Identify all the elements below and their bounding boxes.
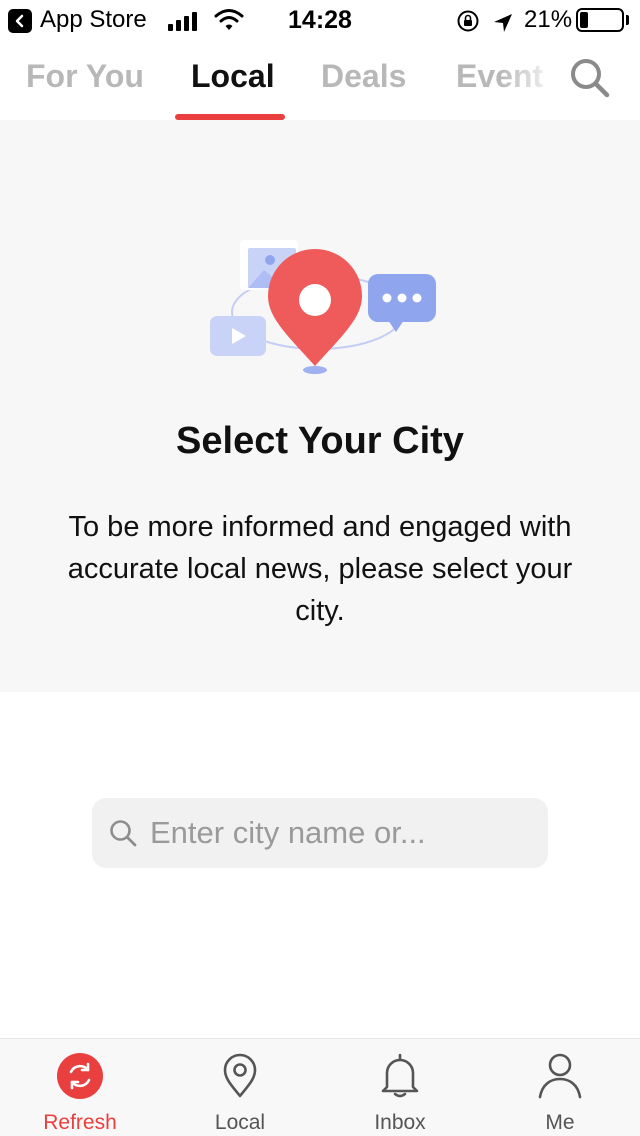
- search-icon[interactable]: [568, 56, 612, 100]
- nav-label-local: Local: [214, 1111, 266, 1134]
- bottom-nav: Refresh Local Inbox Me: [0, 1038, 640, 1136]
- search-icon: [108, 818, 138, 853]
- battery-percent: 21%: [524, 6, 573, 33]
- bell-icon: [376, 1051, 424, 1099]
- battery-cap: [626, 15, 629, 25]
- city-search-box[interactable]: [92, 798, 548, 868]
- nav-item-me[interactable]: Me: [480, 1039, 640, 1136]
- description-text: To be more informed and engaged with acc…: [67, 511, 573, 627]
- battery-level: [580, 12, 588, 28]
- location-arrow-icon: [492, 10, 514, 41]
- nav-label-me: Me: [545, 1111, 575, 1134]
- top-tab-bar: For You Local Deals Event: [0, 40, 640, 120]
- nav-item-refresh[interactable]: Refresh: [0, 1039, 160, 1136]
- location-pin-icon: [216, 1051, 264, 1099]
- screen: App Store 14:28 21% For You Local Deals …: [0, 0, 640, 1136]
- battery-icon: [576, 8, 624, 32]
- status-bar: App Store 14:28 21%: [0, 0, 640, 40]
- tab-overflow-fade: [500, 40, 560, 120]
- tab-deals[interactable]: Deals: [321, 58, 406, 95]
- select-city-hero: Select Your City To be more informed and…: [0, 120, 640, 692]
- page-title: Select Your City: [176, 420, 464, 462]
- nav-label-inbox: Inbox: [374, 1111, 426, 1134]
- orientation-lock-icon: [456, 9, 480, 40]
- nav-item-inbox[interactable]: Inbox: [320, 1039, 480, 1136]
- location-pin-icon: [200, 232, 450, 382]
- city-search-input[interactable]: [150, 808, 530, 858]
- tab-for-you[interactable]: For You: [26, 58, 144, 95]
- person-icon: [536, 1051, 584, 1099]
- tab-local[interactable]: Local: [191, 58, 275, 95]
- refresh-icon: [57, 1053, 103, 1099]
- nav-label-refresh: Refresh: [43, 1111, 117, 1134]
- nav-item-local[interactable]: Local: [160, 1039, 320, 1136]
